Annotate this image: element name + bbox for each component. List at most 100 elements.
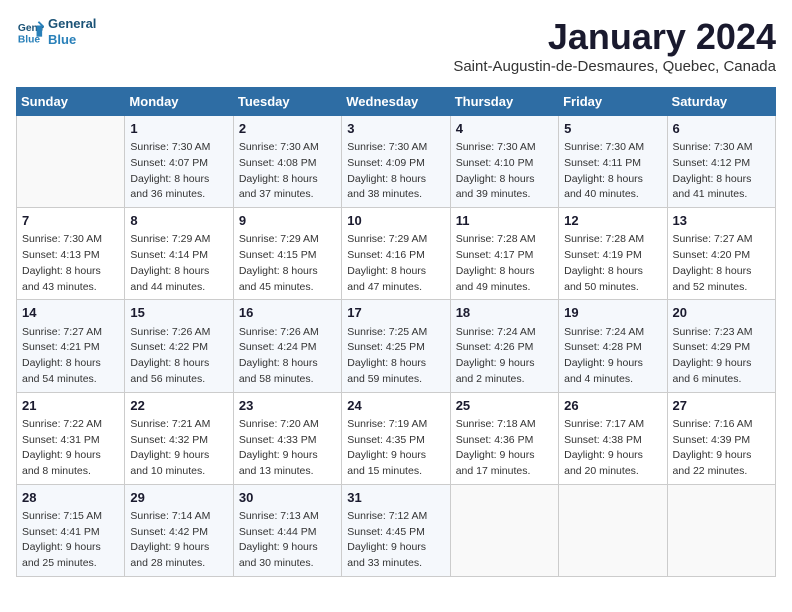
calendar-cell: 1 Sunrise: 7:30 AMSunset: 4:07 PMDayligh… — [125, 116, 233, 208]
day-number: 29 — [130, 489, 227, 507]
calendar-cell — [450, 484, 558, 576]
day-number: 5 — [564, 120, 661, 138]
calendar-cell — [17, 116, 125, 208]
col-monday: Monday — [125, 88, 233, 116]
day-number: 20 — [673, 304, 770, 322]
location-subtitle: Saint-Augustin-de-Desmaures, Quebec, Can… — [453, 58, 776, 75]
day-info: Sunrise: 7:15 AMSunset: 4:41 PMDaylight:… — [22, 510, 102, 569]
col-tuesday: Tuesday — [233, 88, 341, 116]
logo-icon: General Blue — [16, 18, 44, 46]
day-number: 18 — [456, 304, 553, 322]
day-number: 4 — [456, 120, 553, 138]
calendar-cell: 20 Sunrise: 7:23 AMSunset: 4:29 PMDaylig… — [667, 300, 775, 392]
day-info: Sunrise: 7:26 AMSunset: 4:22 PMDaylight:… — [130, 326, 210, 385]
calendar-cell: 8 Sunrise: 7:29 AMSunset: 4:14 PMDayligh… — [125, 208, 233, 300]
calendar-cell: 15 Sunrise: 7:26 AMSunset: 4:22 PMDaylig… — [125, 300, 233, 392]
day-info: Sunrise: 7:18 AMSunset: 4:36 PMDaylight:… — [456, 418, 536, 477]
day-info: Sunrise: 7:30 AMSunset: 4:10 PMDaylight:… — [456, 141, 536, 200]
day-number: 11 — [456, 212, 553, 230]
logo: General Blue General Blue — [16, 16, 96, 47]
calendar-cell: 25 Sunrise: 7:18 AMSunset: 4:36 PMDaylig… — [450, 392, 558, 484]
calendar-cell: 30 Sunrise: 7:13 AMSunset: 4:44 PMDaylig… — [233, 484, 341, 576]
day-info: Sunrise: 7:21 AMSunset: 4:32 PMDaylight:… — [130, 418, 210, 477]
calendar-cell: 29 Sunrise: 7:14 AMSunset: 4:42 PMDaylig… — [125, 484, 233, 576]
calendar-cell: 5 Sunrise: 7:30 AMSunset: 4:11 PMDayligh… — [559, 116, 667, 208]
day-number: 15 — [130, 304, 227, 322]
col-sunday: Sunday — [17, 88, 125, 116]
calendar-body: 1 Sunrise: 7:30 AMSunset: 4:07 PMDayligh… — [17, 116, 776, 577]
day-info: Sunrise: 7:24 AMSunset: 4:26 PMDaylight:… — [456, 326, 536, 385]
calendar-cell — [667, 484, 775, 576]
calendar-container: General Blue General Blue January 2024 S… — [16, 16, 776, 577]
day-number: 3 — [347, 120, 444, 138]
calendar-cell: 28 Sunrise: 7:15 AMSunset: 4:41 PMDaylig… — [17, 484, 125, 576]
day-info: Sunrise: 7:17 AMSunset: 4:38 PMDaylight:… — [564, 418, 644, 477]
calendar-week-3: 14 Sunrise: 7:27 AMSunset: 4:21 PMDaylig… — [17, 300, 776, 392]
day-info: Sunrise: 7:20 AMSunset: 4:33 PMDaylight:… — [239, 418, 319, 477]
day-info: Sunrise: 7:30 AMSunset: 4:09 PMDaylight:… — [347, 141, 427, 200]
calendar-cell: 18 Sunrise: 7:24 AMSunset: 4:26 PMDaylig… — [450, 300, 558, 392]
day-number: 14 — [22, 304, 119, 322]
day-info: Sunrise: 7:24 AMSunset: 4:28 PMDaylight:… — [564, 326, 644, 385]
calendar-cell: 26 Sunrise: 7:17 AMSunset: 4:38 PMDaylig… — [559, 392, 667, 484]
day-number: 12 — [564, 212, 661, 230]
col-wednesday: Wednesday — [342, 88, 450, 116]
day-number: 30 — [239, 489, 336, 507]
day-number: 7 — [22, 212, 119, 230]
day-number: 25 — [456, 397, 553, 415]
day-number: 9 — [239, 212, 336, 230]
calendar-cell: 22 Sunrise: 7:21 AMSunset: 4:32 PMDaylig… — [125, 392, 233, 484]
day-info: Sunrise: 7:30 AMSunset: 4:07 PMDaylight:… — [130, 141, 210, 200]
calendar-week-4: 21 Sunrise: 7:22 AMSunset: 4:31 PMDaylig… — [17, 392, 776, 484]
day-number: 13 — [673, 212, 770, 230]
day-info: Sunrise: 7:30 AMSunset: 4:13 PMDaylight:… — [22, 233, 102, 292]
day-number: 23 — [239, 397, 336, 415]
logo-line1: General — [48, 16, 96, 32]
calendar-cell: 7 Sunrise: 7:30 AMSunset: 4:13 PMDayligh… — [17, 208, 125, 300]
calendar-cell: 4 Sunrise: 7:30 AMSunset: 4:10 PMDayligh… — [450, 116, 558, 208]
day-info: Sunrise: 7:27 AMSunset: 4:21 PMDaylight:… — [22, 326, 102, 385]
calendar-week-2: 7 Sunrise: 7:30 AMSunset: 4:13 PMDayligh… — [17, 208, 776, 300]
column-headers: Sunday Monday Tuesday Wednesday Thursday… — [17, 88, 776, 116]
day-info: Sunrise: 7:13 AMSunset: 4:44 PMDaylight:… — [239, 510, 319, 569]
calendar-cell: 11 Sunrise: 7:28 AMSunset: 4:17 PMDaylig… — [450, 208, 558, 300]
calendar-cell: 3 Sunrise: 7:30 AMSunset: 4:09 PMDayligh… — [342, 116, 450, 208]
calendar-cell: 6 Sunrise: 7:30 AMSunset: 4:12 PMDayligh… — [667, 116, 775, 208]
logo-line2: Blue — [48, 32, 96, 48]
calendar-week-1: 1 Sunrise: 7:30 AMSunset: 4:07 PMDayligh… — [17, 116, 776, 208]
calendar-cell: 2 Sunrise: 7:30 AMSunset: 4:08 PMDayligh… — [233, 116, 341, 208]
calendar-cell: 14 Sunrise: 7:27 AMSunset: 4:21 PMDaylig… — [17, 300, 125, 392]
day-number: 22 — [130, 397, 227, 415]
day-info: Sunrise: 7:27 AMSunset: 4:20 PMDaylight:… — [673, 233, 753, 292]
calendar-cell: 19 Sunrise: 7:24 AMSunset: 4:28 PMDaylig… — [559, 300, 667, 392]
day-info: Sunrise: 7:16 AMSunset: 4:39 PMDaylight:… — [673, 418, 753, 477]
day-number: 21 — [22, 397, 119, 415]
day-info: Sunrise: 7:12 AMSunset: 4:45 PMDaylight:… — [347, 510, 427, 569]
day-number: 16 — [239, 304, 336, 322]
day-info: Sunrise: 7:28 AMSunset: 4:17 PMDaylight:… — [456, 233, 536, 292]
month-title: January 2024 — [453, 16, 776, 58]
day-number: 19 — [564, 304, 661, 322]
calendar-cell: 12 Sunrise: 7:28 AMSunset: 4:19 PMDaylig… — [559, 208, 667, 300]
col-saturday: Saturday — [667, 88, 775, 116]
calendar-table: Sunday Monday Tuesday Wednesday Thursday… — [16, 87, 776, 577]
day-info: Sunrise: 7:22 AMSunset: 4:31 PMDaylight:… — [22, 418, 102, 477]
day-info: Sunrise: 7:26 AMSunset: 4:24 PMDaylight:… — [239, 326, 319, 385]
day-info: Sunrise: 7:19 AMSunset: 4:35 PMDaylight:… — [347, 418, 427, 477]
day-info: Sunrise: 7:30 AMSunset: 4:11 PMDaylight:… — [564, 141, 644, 200]
calendar-cell: 9 Sunrise: 7:29 AMSunset: 4:15 PMDayligh… — [233, 208, 341, 300]
calendar-cell: 13 Sunrise: 7:27 AMSunset: 4:20 PMDaylig… — [667, 208, 775, 300]
day-info: Sunrise: 7:29 AMSunset: 4:15 PMDaylight:… — [239, 233, 319, 292]
day-info: Sunrise: 7:23 AMSunset: 4:29 PMDaylight:… — [673, 326, 753, 385]
day-number: 17 — [347, 304, 444, 322]
calendar-cell: 16 Sunrise: 7:26 AMSunset: 4:24 PMDaylig… — [233, 300, 341, 392]
col-friday: Friday — [559, 88, 667, 116]
calendar-week-5: 28 Sunrise: 7:15 AMSunset: 4:41 PMDaylig… — [17, 484, 776, 576]
calendar-cell: 24 Sunrise: 7:19 AMSunset: 4:35 PMDaylig… — [342, 392, 450, 484]
calendar-cell: 31 Sunrise: 7:12 AMSunset: 4:45 PMDaylig… — [342, 484, 450, 576]
day-number: 24 — [347, 397, 444, 415]
day-info: Sunrise: 7:28 AMSunset: 4:19 PMDaylight:… — [564, 233, 644, 292]
calendar-cell — [559, 484, 667, 576]
calendar-cell: 23 Sunrise: 7:20 AMSunset: 4:33 PMDaylig… — [233, 392, 341, 484]
day-number: 10 — [347, 212, 444, 230]
